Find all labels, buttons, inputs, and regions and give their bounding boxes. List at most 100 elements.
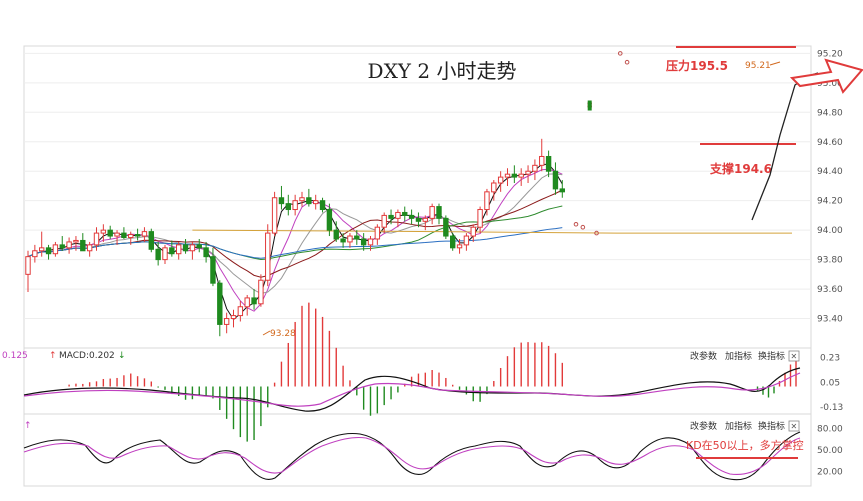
macd-label: MACD:0.202 [59, 351, 115, 361]
candle-body [497, 176, 504, 184]
candle-body [299, 197, 305, 202]
candle-body [450, 235, 456, 249]
macd-add-indicator-button[interactable]: 加指标 [725, 350, 752, 362]
candle-body [223, 318, 230, 325]
candle-body [408, 214, 415, 219]
candle-body [45, 247, 52, 255]
candle-body [477, 209, 483, 228]
candle-body [463, 235, 470, 246]
candle-body [292, 200, 298, 211]
price-tick-label: 93.60 [817, 285, 843, 295]
candle-body [237, 306, 244, 317]
candle-body [278, 197, 285, 205]
candle-body [121, 232, 127, 239]
candle-body [313, 200, 319, 205]
candle-body [203, 247, 209, 258]
candle-body [388, 214, 394, 219]
candle-body [114, 232, 120, 237]
candle-body [319, 200, 326, 211]
candle-body [587, 100, 592, 111]
candle-body [326, 209, 333, 231]
price-panel-frame [23, 45, 812, 349]
candle-body [189, 244, 196, 252]
candle-body [491, 182, 497, 193]
candle-body [230, 315, 237, 320]
candle-body [169, 247, 175, 255]
candle-body [39, 247, 45, 252]
candle-body [258, 279, 264, 305]
candle-body [360, 238, 367, 246]
kd-tick-label: 50.00 [817, 446, 843, 456]
candle-body [456, 244, 463, 249]
candle-body [504, 173, 511, 178]
low-price-label: 93.28 [270, 329, 296, 339]
candle-body [395, 211, 401, 219]
candle-body [80, 239, 86, 252]
price-tick-label: 95.20 [817, 49, 843, 59]
candle-body [545, 155, 552, 172]
candle-body [244, 297, 250, 308]
macd-tick-label: 0.05 [820, 378, 840, 388]
candle-body [134, 234, 141, 237]
candle-body [271, 197, 278, 234]
candle-body [265, 232, 271, 281]
candle-body [422, 217, 429, 222]
macd-edit-params-button[interactable]: 改参数 [690, 350, 717, 362]
kd-tick-label: 80.00 [817, 424, 843, 434]
candle-body [176, 244, 182, 255]
resistance-label: 压力195.5 [666, 58, 728, 73]
macd-close-icon: ✕ [791, 352, 798, 361]
candle-body [52, 244, 59, 255]
support-label: 支撑194.6 [709, 161, 772, 176]
candle-body [354, 235, 360, 240]
candle-body [210, 256, 216, 284]
price-tick-label: 94.80 [817, 108, 843, 118]
candle-body [333, 229, 339, 240]
price-tick-label: 93.80 [817, 256, 843, 266]
candle-body [306, 197, 312, 205]
candle-body [162, 247, 168, 261]
dxy-chart: 95.2095.0094.8094.6094.4094.2094.0093.80… [2, 45, 863, 487]
macd-switch-indicator-button[interactable]: 换指标 [758, 350, 785, 362]
chart-title: DXY 2 小时走势 [368, 59, 517, 83]
candle-body [59, 244, 65, 249]
candle-body [155, 248, 161, 261]
candle-body [470, 226, 476, 237]
candle-body [484, 191, 490, 211]
candle-body [525, 170, 531, 175]
candle-body [251, 297, 257, 305]
candle-body [367, 238, 374, 246]
chart-stage: 95.20 95.00 94.80 94.60 94.40 94.20 94.00 93.80… [0, 0, 863, 497]
candle-body [148, 231, 155, 250]
kd-tick-label: 20.00 [817, 468, 843, 478]
price-tick-label: 94.00 [817, 226, 843, 236]
candle-body [196, 244, 202, 249]
candle-body [285, 203, 292, 211]
kd-edit-params-button[interactable]: 改参数 [690, 420, 717, 432]
candle-body [141, 231, 148, 237]
macd-tick-label: -0.13 [820, 403, 843, 413]
candle-body [100, 229, 107, 234]
price-tick-label: 94.40 [817, 167, 843, 177]
candle-body [511, 173, 518, 178]
kd-up-arrow-icon: ↑ [24, 421, 32, 431]
candle-body [429, 206, 435, 219]
kd-add-indicator-button[interactable]: 加指标 [725, 420, 752, 432]
candle-body [552, 170, 559, 190]
candle-body [128, 234, 134, 239]
candle-body [107, 229, 113, 237]
candle-body [73, 239, 79, 243]
candle-body [25, 256, 31, 275]
candle-body [381, 214, 387, 228]
candle-body [93, 232, 100, 246]
kd-note: KD在50以上，多方掌控 [686, 438, 804, 452]
kd-switch-indicator-button[interactable]: 换指标 [758, 420, 785, 432]
candle-body [436, 206, 442, 219]
candle-body [539, 155, 545, 166]
macd-down-arrow-icon: ↓ [118, 351, 126, 361]
candle-body [347, 235, 353, 243]
price-tick-label: 94.20 [817, 197, 843, 207]
candle-body [86, 244, 93, 252]
candle-body [32, 250, 38, 258]
kd-close-icon: ✕ [791, 422, 798, 431]
